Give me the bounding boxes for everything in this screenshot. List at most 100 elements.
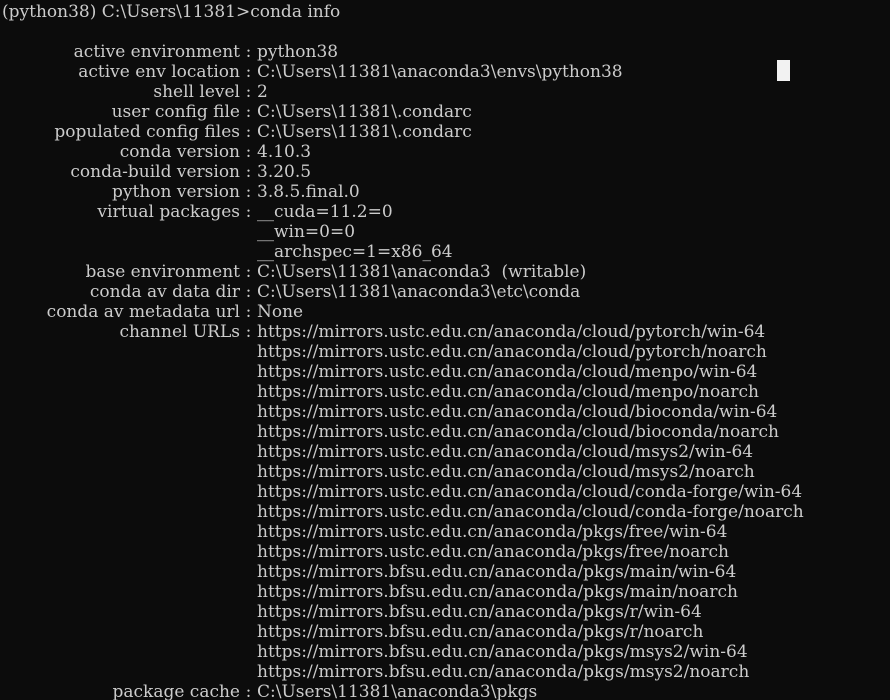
info-row-separator: : — [245, 82, 252, 102]
info-row-value: https://mirrors.ustc.edu.cn/anaconda/clo… — [257, 322, 766, 342]
info-row: package cache: C:\Users\11381\anaconda3\p… — [0, 682, 890, 700]
info-continuation-row: https://mirrors.bfsu.edu.cn/anaconda/pkg… — [0, 562, 890, 582]
info-row-separator: : — [245, 262, 252, 282]
info-row-separator: : — [245, 182, 252, 202]
info-continuation-row: https://mirrors.bfsu.edu.cn/anaconda/pkg… — [0, 582, 890, 602]
info-row-indent — [0, 242, 257, 262]
info-row-key: virtual packages — [97, 202, 240, 222]
info-row: active environment: python38 — [0, 42, 890, 62]
info-row-key: channel URLs — [119, 322, 240, 342]
info-row-indent — [0, 402, 257, 422]
info-row: user config file: C:\Users\11381\.condarc — [0, 102, 890, 122]
info-row-separator: : — [245, 102, 252, 122]
info-row-value: https://mirrors.ustc.edu.cn/anaconda/clo… — [257, 402, 778, 422]
info-row-value: https://mirrors.bfsu.edu.cn/anaconda/pkg… — [257, 562, 737, 582]
info-row-key: package cache — [112, 682, 240, 700]
info-row: base environment: C:\Users\11381\anaconda… — [0, 262, 890, 282]
info-continuation-row: __win=0=0 — [0, 222, 890, 242]
info-row-separator: : — [245, 282, 252, 302]
info-row-value: https://mirrors.ustc.edu.cn/anaconda/clo… — [257, 382, 759, 402]
info-row-indent — [0, 422, 257, 442]
info-row-value: https://mirrors.bfsu.edu.cn/anaconda/pkg… — [257, 582, 738, 602]
info-row-value: None — [257, 302, 304, 322]
info-row-value: 3.8.5.final.0 — [257, 182, 360, 202]
info-row-value: C:\Users\11381\.condarc — [257, 102, 472, 122]
info-row-value: C:\Users\11381\anaconda3 (writable) — [257, 262, 587, 282]
info-row-value: __cuda=11.2=0 — [257, 202, 393, 222]
info-row-value: C:\Users\11381\anaconda3\envs\python38 — [257, 62, 623, 82]
info-row-value: https://mirrors.bfsu.edu.cn/anaconda/pkg… — [257, 602, 702, 622]
info-row-indent — [0, 542, 257, 562]
info-row-indent — [0, 562, 257, 582]
info-row: virtual packages: __cuda=11.2=0 — [0, 202, 890, 222]
info-continuation-row: https://mirrors.bfsu.edu.cn/anaconda/pkg… — [0, 662, 890, 682]
info-row-value: __archspec=1=x86_64 — [257, 242, 453, 262]
info-continuation-row: https://mirrors.ustc.edu.cn/anaconda/clo… — [0, 462, 890, 482]
info-row-separator: : — [245, 162, 252, 182]
info-continuation-row: https://mirrors.ustc.edu.cn/anaconda/pkg… — [0, 542, 890, 562]
info-row-indent — [0, 442, 257, 462]
info-row-value: https://mirrors.ustc.edu.cn/anaconda/clo… — [257, 362, 758, 382]
text-cursor — [777, 60, 790, 81]
info-continuation-row: https://mirrors.bfsu.edu.cn/anaconda/pkg… — [0, 622, 890, 642]
info-row-value: https://mirrors.bfsu.edu.cn/anaconda/pkg… — [257, 662, 750, 682]
info-row-indent — [0, 342, 257, 362]
info-row-separator: : — [245, 682, 252, 700]
info-row: conda av data dir: C:\Users\11381\anacond… — [0, 282, 890, 302]
info-row-indent — [0, 222, 257, 242]
info-row-value: https://mirrors.bfsu.edu.cn/anaconda/pkg… — [257, 642, 748, 662]
info-continuation-row: https://mirrors.ustc.edu.cn/anaconda/clo… — [0, 342, 890, 362]
info-continuation-row: https://mirrors.ustc.edu.cn/anaconda/clo… — [0, 502, 890, 522]
info-row-separator: : — [245, 42, 252, 62]
info-row-value: https://mirrors.ustc.edu.cn/anaconda/clo… — [257, 462, 755, 482]
info-row-value: 3.20.5 — [257, 162, 312, 182]
info-row-separator: : — [245, 302, 252, 322]
info-row-value: https://mirrors.ustc.edu.cn/anaconda/clo… — [257, 482, 803, 502]
info-row-key: python version — [112, 182, 240, 202]
info-row-value: C:\Users\11381\.condarc — [257, 122, 472, 142]
info-row-value: C:\Users\11381\anaconda3\etc\conda — [257, 282, 581, 302]
info-row-value: https://mirrors.ustc.edu.cn/anaconda/pkg… — [257, 542, 729, 562]
info-row-indent — [0, 622, 257, 642]
info-continuation-row: https://mirrors.ustc.edu.cn/anaconda/clo… — [0, 482, 890, 502]
info-row-value: 2 — [257, 82, 268, 102]
info-row-indent — [0, 482, 257, 502]
info-continuation-row: https://mirrors.ustc.edu.cn/anaconda/clo… — [0, 402, 890, 422]
info-row-value: C:\Users\11381\anaconda3\pkgs — [257, 682, 538, 700]
info-row-key: conda-build version — [70, 162, 240, 182]
info-row-key: shell level — [153, 82, 240, 102]
info-row: populated config files: C:\Users\11381\.c… — [0, 122, 890, 142]
info-row: conda version:4.10.3 — [0, 142, 890, 162]
info-continuation-row: https://mirrors.ustc.edu.cn/anaconda/clo… — [0, 382, 890, 402]
info-row-key: base environment — [85, 262, 240, 282]
info-row-indent — [0, 602, 257, 622]
info-continuation-row: __archspec=1=x86_64 — [0, 242, 890, 262]
info-row-indent — [0, 642, 257, 662]
terminal-screen[interactable]: (python38) C:\Users\11381>conda info act… — [0, 0, 890, 700]
info-continuation-row: https://mirrors.ustc.edu.cn/anaconda/clo… — [0, 362, 890, 382]
command-prompt-line: (python38) C:\Users\11381>conda info — [2, 2, 341, 22]
info-row-key: conda av data dir — [89, 282, 240, 302]
info-continuation-row: https://mirrors.ustc.edu.cn/anaconda/pkg… — [0, 522, 890, 542]
info-row-indent — [0, 662, 257, 682]
info-row-value: python38 — [257, 42, 339, 62]
info-row-value: https://mirrors.bfsu.edu.cn/anaconda/pkg… — [257, 622, 704, 642]
info-row-key: active environment — [73, 42, 240, 62]
info-continuation-row: https://mirrors.ustc.edu.cn/anaconda/clo… — [0, 422, 890, 442]
info-row-separator: : — [245, 142, 252, 162]
info-row-key: conda version — [119, 142, 240, 162]
info-row: channel URLs: https://mirrors.ustc.edu.cn… — [0, 322, 890, 342]
info-row: active env location: C:\Users\11381\anaco… — [0, 62, 890, 82]
info-row-value: 4.10.3 — [257, 142, 312, 162]
info-row-separator: : — [245, 122, 252, 142]
info-continuation-row: https://mirrors.ustc.edu.cn/anaconda/clo… — [0, 442, 890, 462]
info-row: shell level:2 — [0, 82, 890, 102]
info-row: conda av metadata url: None — [0, 302, 890, 322]
info-row-indent — [0, 582, 257, 602]
info-row-indent — [0, 382, 257, 402]
info-row-separator: : — [245, 62, 252, 82]
info-row-value: https://mirrors.ustc.edu.cn/anaconda/pkg… — [257, 522, 728, 542]
info-row-separator: : — [245, 202, 252, 222]
terminal-window[interactable]: (python38) C:\Users\11381>conda info act… — [0, 0, 890, 700]
